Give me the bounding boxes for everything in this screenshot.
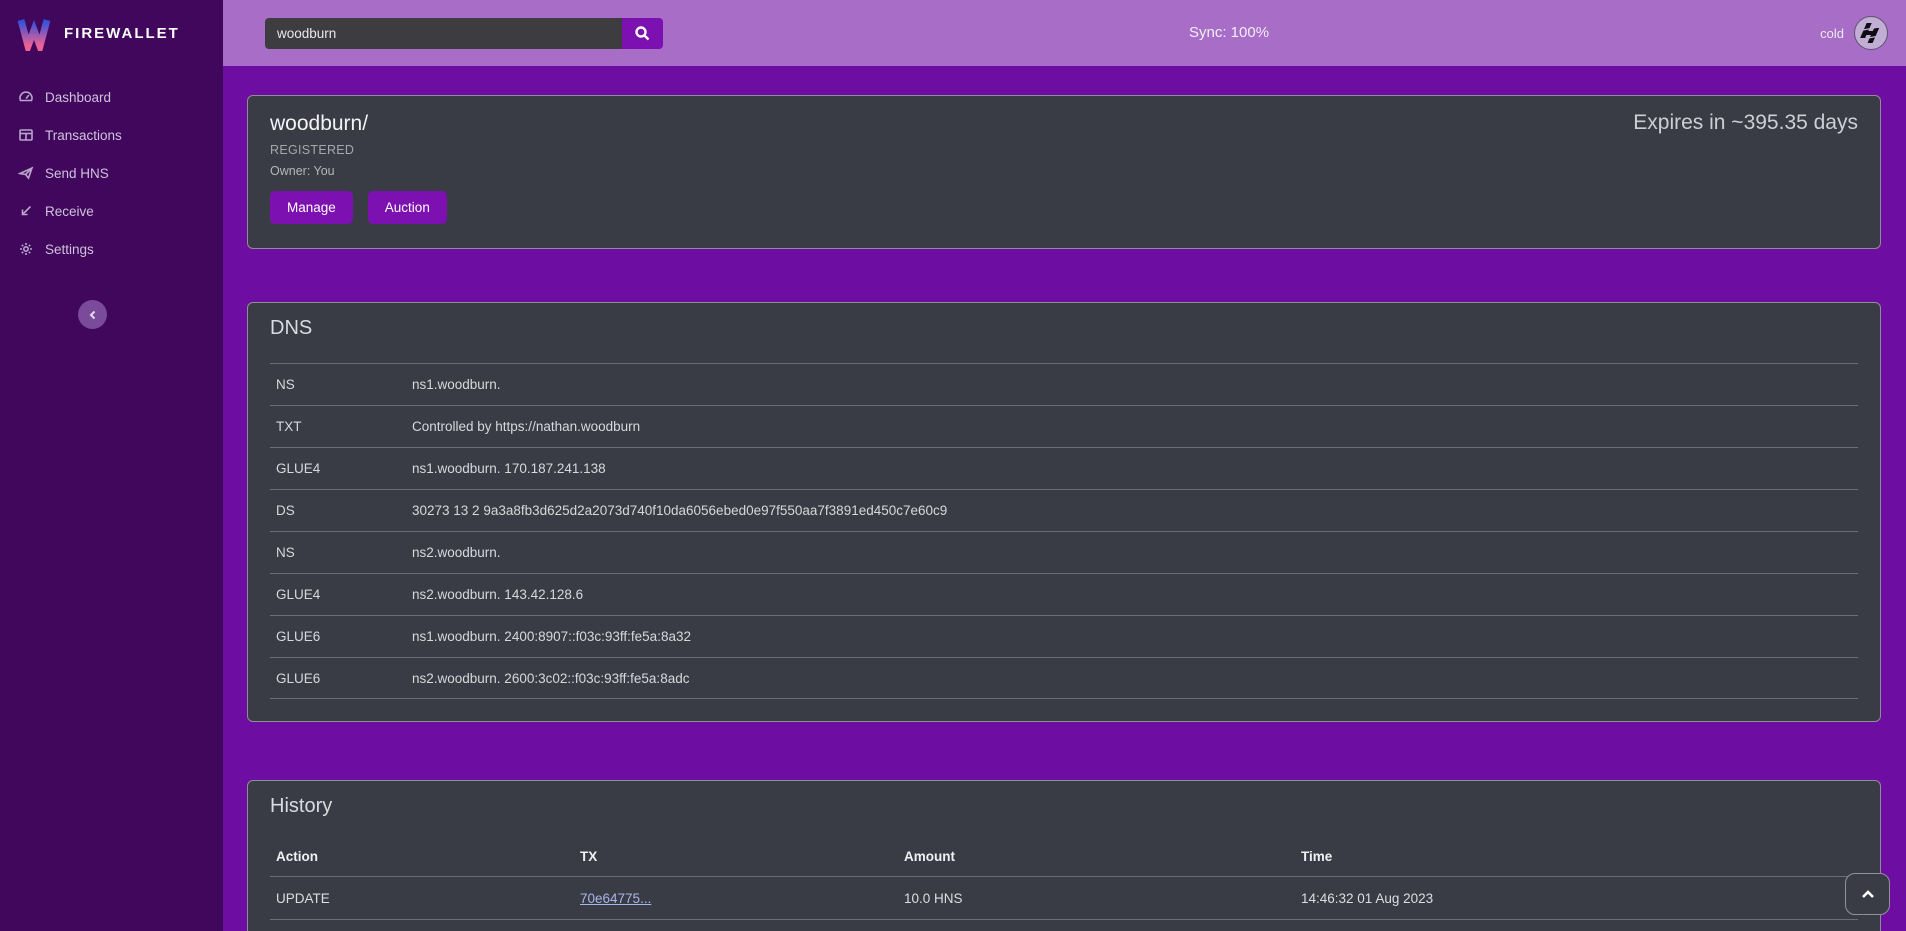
dns-record-value: Controlled by https://nathan.woodburn [412,419,640,434]
send-plane-icon [18,165,34,181]
dns-record-row: GLUE6 ns2.woodburn. 2600:3c02::f03c:93ff… [270,657,1858,699]
wallet-group: cold [1820,16,1888,50]
sidebar-item-settings[interactable]: Settings [0,230,223,268]
auction-button[interactable]: Auction [368,191,447,224]
dns-card: DNS NS ns1.woodburn. TXT Controlled by h… [247,302,1881,722]
settings-gear-icon [18,241,34,257]
search-icon [634,25,651,42]
history-header-row: Action TX Amount Time [270,837,1858,877]
search-button[interactable] [622,18,663,49]
chevron-left-icon [87,309,99,321]
sidebar-item-label: Send HNS [45,166,109,181]
topbar: Sync: 100% cold [223,0,1906,66]
dns-record-row: GLUE6 ns1.woodburn. 2400:8907::f03c:93ff… [270,615,1858,657]
dns-record-value: ns1.woodburn. 170.187.241.138 [412,461,606,476]
dns-record-value: 30273 13 2 9a3a8fb3d625d2a2073d740f10da6… [412,503,947,518]
history-amount: 10.0 HNS [904,891,1301,906]
dns-record-value: ns2.woodburn. [412,545,501,560]
history-card: History Action TX Amount Time UPDATE 70e… [247,780,1881,931]
scroll-to-top-button[interactable] [1845,873,1890,915]
history-action: UPDATE [270,891,580,906]
sidebar-item-label: Receive [45,204,94,219]
dns-record-row: GLUE4 ns1.woodburn. 170.187.241.138 [270,447,1858,489]
sidebar-item-label: Dashboard [45,90,111,105]
sidebar-nav: Dashboard Transactions [0,66,223,268]
brand-name: FIREWALLET [64,25,180,42]
domain-actions: Manage Auction [270,191,447,224]
dns-record-row: TXT Controlled by https://nathan.woodbur… [270,405,1858,447]
sidebar-item-receive[interactable]: Receive [0,192,223,230]
dns-record-value: ns2.woodburn. 2600:3c02::f03c:93ff:fe5a:… [412,671,689,686]
dns-record-value: ns1.woodburn. [412,377,501,392]
dns-record-type: GLUE4 [270,587,412,602]
domain-expiry: Expires in ~395.35 days [1633,111,1858,234]
dns-table: NS ns1.woodburn. TXT Controlled by https… [270,363,1858,699]
domain-card-left: woodburn/ REGISTERED Owner: You Manage A… [270,111,447,234]
chevron-up-icon [1860,888,1876,900]
handshake-logo-icon[interactable] [1854,16,1888,50]
dns-record-row: NS ns2.woodburn. [270,531,1858,573]
domain-status-badge: REGISTERED [270,143,447,157]
dns-record-type: GLUE4 [270,461,412,476]
history-title: History [270,793,1858,819]
dns-record-row: NS ns1.woodburn. [270,363,1858,405]
sidebar-collapse-button[interactable] [78,300,107,329]
history-col-tx: TX [580,849,904,864]
history-row: UPDATE 70e64775... 10.0 HNS 14:46:32 01 … [270,877,1858,920]
wallet-name: cold [1820,26,1844,41]
tx-link[interactable]: 70e64775... [580,891,651,906]
sidebar-item-label: Settings [45,242,94,257]
history-col-amount: Amount [904,849,1301,864]
page-content: woodburn/ REGISTERED Owner: You Manage A… [223,66,1906,931]
sidebar: FIREWALLET Dashboard [0,0,223,931]
dns-record-type: NS [270,377,412,392]
sidebar-item-label: Transactions [45,128,122,143]
search-input[interactable] [265,18,622,49]
sync-status: Sync: 100% [1189,24,1269,41]
app-window: FIREWALLET Dashboard [0,0,1906,931]
brand: FIREWALLET [0,0,223,66]
sidebar-item-transactions[interactable]: Transactions [0,116,223,154]
dns-record-type: NS [270,545,412,560]
manage-button[interactable]: Manage [270,191,353,224]
history-col-action: Action [270,849,580,864]
dns-record-type: GLUE6 [270,629,412,644]
dns-record-row: GLUE4 ns2.woodburn. 143.42.128.6 [270,573,1858,615]
sidebar-item-dashboard[interactable]: Dashboard [0,78,223,116]
dns-title: DNS [270,315,1858,341]
history-col-time: Time [1301,849,1858,864]
transactions-table-icon [18,127,34,143]
dns-record-row: DS 30273 13 2 9a3a8fb3d625d2a2073d740f10… [270,489,1858,531]
receive-arrow-icon [18,203,34,219]
history-time: 14:46:32 01 Aug 2023 [1301,891,1858,906]
dns-record-type: TXT [270,419,412,434]
main-area: Sync: 100% cold woodburn/ [223,0,1906,931]
domain-name: woodburn/ [270,111,447,136]
dns-record-value: ns2.woodburn. 143.42.128.6 [412,587,583,602]
search-bar [265,18,663,49]
history-row: RENEW 47f0d2a5... 10.0 HNS 15:15:36 07 J… [270,920,1858,931]
dns-record-value: ns1.woodburn. 2400:8907::f03c:93ff:fe5a:… [412,629,691,644]
dns-record-type: GLUE6 [270,671,412,686]
domain-card: woodburn/ REGISTERED Owner: You Manage A… [247,95,1881,249]
sidebar-item-send-hns[interactable]: Send HNS [0,154,223,192]
dns-record-type: DS [270,503,412,518]
dashboard-gauge-icon [18,89,34,105]
firewallet-logo-icon [16,15,52,51]
domain-owner: Owner: You [270,164,447,178]
